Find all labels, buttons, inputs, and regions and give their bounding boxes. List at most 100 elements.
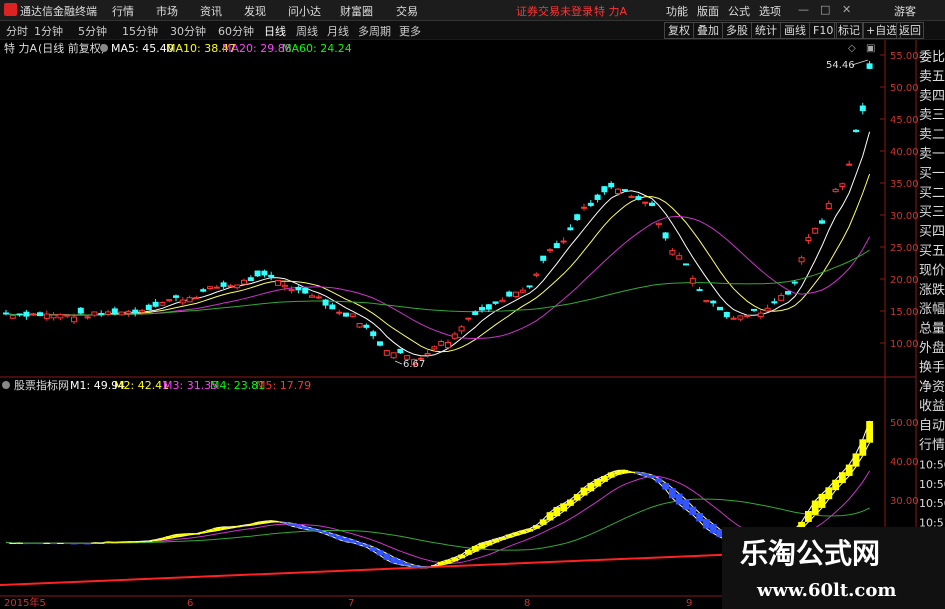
stats-button[interactable]: 统计 [751,22,781,39]
candle-body [492,301,499,304]
indicator-bar [172,534,180,538]
stock-label: 特 力A [4,41,37,55]
menu-formula[interactable]: 公式 [728,3,750,19]
indicator-bar [77,543,85,545]
indicator-bar [546,512,554,521]
candle-body [717,306,723,311]
panel-r-label[interactable]: R [934,40,940,41]
indicator-tick: 30.00 [890,496,919,507]
diamond-icon[interactable]: ◇ [848,43,856,54]
period-toolbar: 分时 1分钟 5分钟 15分钟 30分钟 60分钟 日线 周线 月线 多周期 更… [0,21,945,40]
period-60min[interactable]: 60分钟 [218,23,254,39]
indicator-bar [485,541,493,546]
indicator-bar [648,475,656,479]
mark-button[interactable]: 标记 [834,22,864,39]
period-daily[interactable]: 日线 [264,23,286,39]
candle-body [84,316,91,319]
indicator-settings-icon[interactable] [2,381,10,389]
candle-body [438,341,445,346]
period-5min[interactable]: 5分钟 [78,23,107,39]
indicator-bar [29,543,37,545]
app-name: 通达信金融终端 [20,5,97,18]
indicator-bar [397,560,404,565]
candle-body [349,313,356,317]
indicator-bar [376,550,384,556]
menu-market[interactable]: 市场 [156,3,178,19]
maximize-icon[interactable]: □ [820,3,830,16]
candle-body [683,263,689,266]
candle-body [825,203,832,209]
menu-quotes[interactable]: 行情 [112,3,134,19]
panel-l-label[interactable]: L [920,40,925,41]
indicator-bar [118,541,125,543]
candle-body [186,297,193,303]
menu-ask[interactable]: 问小达 [288,3,321,19]
period-monthly[interactable]: 月线 [327,23,349,39]
candle-body [71,316,77,323]
candle-body [615,188,621,195]
candle-body [220,282,227,287]
menu-wealth[interactable]: 财富圈 [340,3,373,19]
indicator-bar [111,542,119,544]
indicator-bar [689,506,697,515]
candle-body [458,326,465,332]
overlay-button[interactable]: 叠加 [693,22,723,39]
draw-button[interactable]: 画线 [780,22,810,39]
candle-body [669,250,676,255]
panel-toggle-icon[interactable]: ▣ [866,43,875,54]
multi-stock-button[interactable]: 多股 [722,22,752,39]
close-icon[interactable]: ✕ [842,3,851,16]
menu-options[interactable]: 选项 [759,3,781,19]
candle-body [336,311,343,314]
indicator-bar [866,421,873,443]
menu-trade[interactable]: 交易 [396,3,418,19]
indicator-bar [145,540,153,542]
indicator-bar [57,542,64,544]
quote-panel-label: 卖四 [919,89,945,104]
candle-body [853,129,859,133]
indicator-tick: 40.00 [890,457,919,468]
indicator-bar [675,493,683,505]
indicator-bar [36,543,44,545]
price-tick: 40.00 [890,147,919,158]
menu-layout[interactable]: 版面 [697,3,719,19]
menu-discover[interactable]: 发现 [244,3,266,19]
menu-news[interactable]: 资讯 [200,3,222,19]
candle-body [309,295,315,298]
settings-icon[interactable] [100,44,108,52]
quote-panel-label: 卖二 [919,128,945,143]
candle-body [479,307,485,311]
candle-body [363,324,370,328]
adjust-button[interactable]: 复权 [664,22,694,39]
quote-panel-label: 行情 [919,438,945,453]
period-1min[interactable]: 1分钟 [34,23,63,39]
candle-body [723,312,730,318]
candle-body [751,308,757,311]
indicator-bar [852,453,860,467]
menu-function[interactable]: 功能 [666,3,688,19]
period-timeshare[interactable]: 分时 [6,23,28,39]
candle-body [288,289,295,292]
indicator-bar [628,471,635,473]
candle-body [764,307,771,312]
period-30min[interactable]: 30分钟 [170,23,206,39]
candle-body [64,314,71,317]
candle-body [778,294,785,301]
period-15min[interactable]: 15分钟 [122,23,158,39]
indicator-bar [533,525,540,529]
high-price-label: 54.46 [826,60,855,71]
app-logo-icon [4,3,17,16]
indicator-bar [859,439,867,456]
period-multi[interactable]: 多周期 [358,23,391,39]
back-button[interactable]: 返回 [896,22,924,39]
user-label[interactable]: 游客 [894,3,916,19]
chart-area[interactable]: 特 力A (日线 前复权) MA5: 45.40 MA10: 38.47 MA2… [0,40,945,609]
candle-body [241,279,247,285]
period-weekly[interactable]: 周线 [296,23,318,39]
indicator-bar [281,522,289,524]
minimize-icon[interactable]: — [798,3,809,16]
candle-body [268,274,275,278]
candle-body [526,285,533,288]
date-tick: 2015年5 [4,596,46,609]
period-more[interactable]: 更多 [399,23,421,39]
